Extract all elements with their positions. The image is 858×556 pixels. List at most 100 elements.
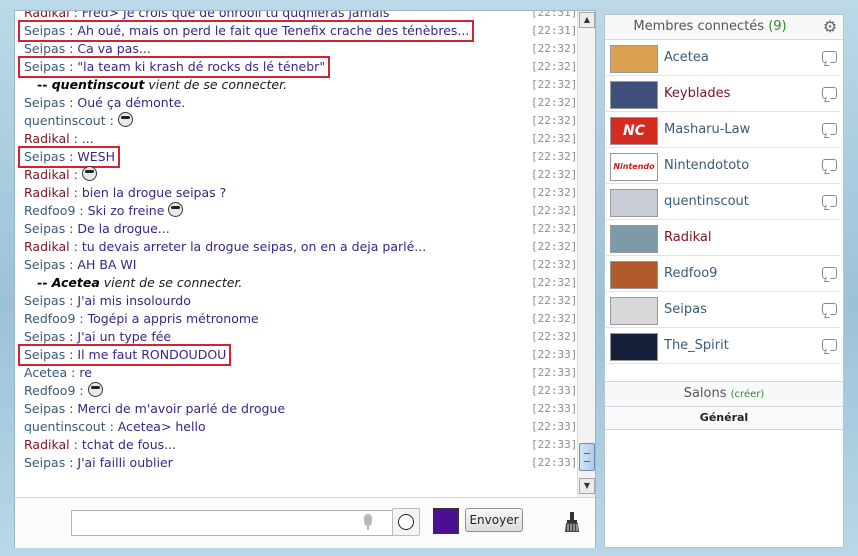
message-separator: :	[65, 455, 78, 470]
private-message-icon[interactable]	[822, 339, 837, 351]
scroll-down-button[interactable]: ▼	[579, 478, 595, 494]
message-time: [22:32]	[531, 168, 577, 181]
message-separator: :	[65, 23, 78, 38]
message-username[interactable]: quentinscout	[24, 113, 106, 128]
chat-message: Radikal : bien la drogue seipas ?	[24, 184, 226, 202]
member-item[interactable]: Seipas	[606, 293, 840, 328]
private-message-icon[interactable]	[822, 51, 837, 63]
member-item[interactable]: quentinscout	[606, 185, 840, 220]
member-name[interactable]: quentinscout	[664, 185, 749, 219]
message-username[interactable]: Seipas	[24, 329, 65, 344]
private-message-icon[interactable]	[822, 303, 837, 315]
message-username[interactable]: Radikal	[24, 239, 70, 254]
chat-message: Redfoo9 : Ski zo freine	[24, 202, 184, 220]
message-time: [22:32]	[531, 132, 577, 145]
members-title-text: Membres connectés	[633, 19, 765, 34]
clear-chat-icon[interactable]	[565, 512, 579, 532]
member-item[interactable]: Radikal	[606, 221, 840, 256]
message-time: [22:33]	[531, 384, 577, 397]
message-username[interactable]: Seipas	[24, 59, 65, 74]
message-username[interactable]: Seipas	[24, 95, 65, 110]
member-item[interactable]: Redfoo9	[606, 257, 840, 292]
message-separator: :	[65, 41, 78, 56]
message-username[interactable]: Radikal	[24, 437, 70, 452]
member-name[interactable]: The_Spirit	[664, 329, 729, 363]
member-item[interactable]: The_Spirit	[606, 329, 840, 364]
message-username[interactable]: Seipas	[24, 41, 65, 56]
send-button[interactable]: Envoyer	[465, 508, 523, 532]
message-username[interactable]: Seipas	[24, 257, 65, 272]
gear-icon[interactable]: ⚙	[819, 16, 841, 38]
member-avatar: NC	[610, 117, 658, 145]
message-username[interactable]: Radikal	[24, 11, 70, 20]
member-item[interactable]: Nintendo Nintendototo	[606, 149, 840, 184]
message-separator: :	[65, 347, 78, 362]
message-separator: :	[69, 11, 82, 20]
message-list: Radikal : Fred> Je crois que de ohrooli …	[15, 11, 577, 497]
member-name[interactable]: Keyblades	[664, 77, 730, 111]
chat-message: Radikal :	[24, 166, 97, 184]
private-message-icon[interactable]	[822, 267, 837, 279]
chat-message: Seipas : AH BA WI	[24, 256, 136, 274]
system-prefix: --	[37, 77, 52, 92]
smiley-picker-button[interactable]	[392, 508, 420, 536]
message-text: WESH	[77, 149, 115, 164]
salons-header: Salons (créer)	[605, 381, 843, 407]
private-message-icon[interactable]	[822, 159, 837, 171]
chat-scrollbar[interactable]: ▲ ▼	[577, 11, 595, 497]
message-time: [22:31]	[531, 24, 577, 37]
private-message-icon[interactable]	[822, 123, 837, 135]
scroll-up-button[interactable]: ▲	[579, 12, 595, 28]
message-username[interactable]: Seipas	[24, 455, 65, 470]
message-text: De la drogue...	[77, 221, 170, 236]
create-salon-link[interactable]: (créer)	[731, 389, 765, 400]
message-username[interactable]: Radikal	[24, 167, 70, 182]
system-username[interactable]: Acetea	[52, 275, 100, 290]
system-username[interactable]: quentinscout	[52, 77, 145, 92]
message-text: tchat de fous...	[81, 437, 177, 452]
salon-item[interactable]: Général	[605, 407, 843, 430]
text-color-picker[interactable]	[433, 508, 459, 534]
message-username[interactable]: Redfoo9	[24, 383, 75, 398]
message-username[interactable]: Seipas	[24, 23, 65, 38]
message-separator: :	[69, 185, 82, 200]
member-avatar	[610, 189, 658, 217]
microphone-icon[interactable]	[364, 514, 372, 530]
member-item[interactable]: NC Masharu-Law	[606, 113, 840, 148]
private-message-icon[interactable]	[822, 195, 837, 207]
message-separator: :	[65, 257, 78, 272]
message-username[interactable]: Radikal	[24, 131, 70, 146]
member-name[interactable]: Masharu-Law	[664, 113, 750, 147]
message-username[interactable]: Seipas	[24, 293, 65, 308]
member-name[interactable]: Nintendototo	[664, 149, 749, 183]
message-username[interactable]: quentinscout	[24, 419, 106, 434]
message-text: AH BA WI	[77, 257, 137, 272]
message-time: [22:32]	[531, 258, 577, 271]
scroll-thumb[interactable]	[579, 443, 595, 471]
private-message-icon[interactable]	[822, 87, 837, 99]
message-username[interactable]: Seipas	[24, 401, 65, 416]
chat-message: quentinscout : Acetea> hello	[24, 418, 206, 436]
message-username[interactable]: Redfoo9	[24, 203, 75, 218]
member-item[interactable]: Acetea	[606, 41, 840, 76]
member-name[interactable]: Acetea	[664, 41, 709, 75]
message-time: [22:33]	[531, 438, 577, 451]
member-item[interactable]: Keyblades	[606, 77, 840, 112]
message-separator: :	[65, 221, 78, 236]
member-name[interactable]: Radikal	[664, 221, 711, 255]
member-name[interactable]: Redfoo9	[664, 257, 717, 291]
message-username[interactable]: Redfoo9	[24, 311, 75, 326]
message-text: tu devais arreter la drogue seipas, on e…	[81, 239, 427, 254]
message-input[interactable]	[71, 510, 393, 536]
message-username[interactable]: Radikal	[24, 185, 70, 200]
message-username[interactable]: Seipas	[24, 347, 65, 362]
chat-message: Seipas : De la drogue...	[24, 220, 170, 238]
chat-panel: Radikal : Fred> Je crois que de ohrooli …	[14, 10, 596, 548]
message-username[interactable]: Seipas	[24, 149, 65, 164]
chat-message: Seipas : Ah oué, mais on perd le fait qu…	[17, 20, 475, 42]
system-prefix: --	[37, 275, 52, 290]
message-username[interactable]: Seipas	[24, 221, 65, 236]
message-username[interactable]: Acetea	[24, 365, 67, 380]
member-name[interactable]: Seipas	[664, 293, 707, 327]
message-time: [22:32]	[531, 204, 577, 217]
